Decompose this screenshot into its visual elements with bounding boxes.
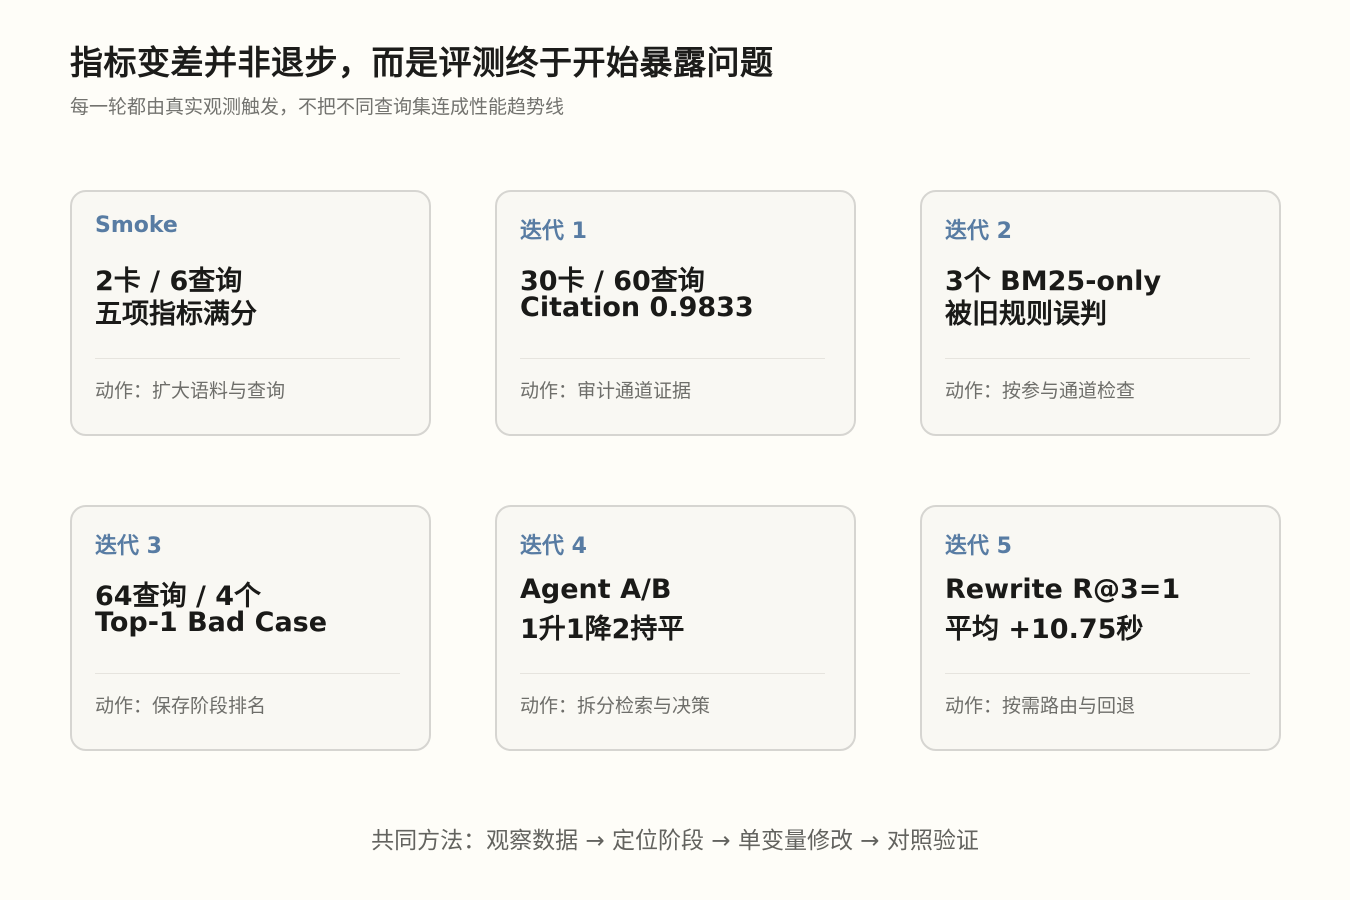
card-headline-second: 五项指标满分	[95, 299, 257, 330]
page-title: 指标变差并非退步，而是评测终于开始暴露问题	[70, 43, 774, 82]
card-iteration-4: 迭代 4 Agent A/B 1升1降2持平 动作：拆分检索与决策	[495, 505, 856, 751]
page: 指标变差并非退步，而是评测终于开始暴露问题 每一轮都由真实观测触发，不把不同查询…	[0, 0, 1350, 900]
card-headline-second: Citation 0.9833	[520, 292, 754, 323]
card-iteration-2: 迭代 2 3个 BM25-only 被旧规则误判 动作：按参与通道检查	[920, 190, 1281, 436]
card-headline-second: 1升1降2持平	[520, 614, 685, 645]
card-divider	[520, 358, 825, 359]
card-tag: 迭代 5	[945, 534, 1012, 559]
card-tag: 迭代 2	[945, 219, 1012, 244]
card-divider	[520, 673, 825, 674]
card-action: 动作：按需路由与回退	[945, 695, 1136, 717]
card-tag: 迭代 1	[520, 219, 587, 244]
card-headline-second: Top-1 Bad Case	[95, 607, 328, 638]
card-divider	[95, 358, 400, 359]
card-smoke: Smoke 2卡 / 6查询 五项指标满分 动作：扩大语料与查询	[70, 190, 431, 436]
card-headline: Agent A/B	[520, 574, 672, 605]
card-action: 动作：按参与通道检查	[945, 380, 1136, 402]
card-tag: Smoke	[95, 213, 178, 238]
card-headline: Rewrite R@3=1	[945, 574, 1181, 605]
card-tag: 迭代 3	[95, 534, 162, 559]
card-action: 动作：审计通道证据	[520, 380, 692, 402]
card-action: 动作：保存阶段排名	[95, 695, 267, 717]
card-headline-second: 平均 +10.75秒	[945, 614, 1144, 645]
card-tag: 迭代 4	[520, 534, 587, 559]
card-iteration-5: 迭代 5 Rewrite R@3=1 平均 +10.75秒 动作：按需路由与回退	[920, 505, 1281, 751]
footer-method: 共同方法：观察数据 → 定位阶段 → 单变量修改 → 对照验证	[371, 828, 979, 854]
card-divider	[945, 673, 1250, 674]
card-headline-second: 被旧规则误判	[945, 299, 1107, 330]
card-action: 动作：拆分检索与决策	[520, 695, 711, 717]
card-divider	[945, 358, 1250, 359]
page-subtitle: 每一轮都由真实观测触发，不把不同查询集连成性能趋势线	[70, 96, 565, 118]
card-action: 动作：扩大语料与查询	[95, 380, 286, 402]
card-divider	[95, 673, 400, 674]
card-iteration-3: 迭代 3 64查询 / 4个 Top-1 Bad Case 动作：保存阶段排名	[70, 505, 431, 751]
card-iteration-1: 迭代 1 30卡 / 60查询 Citation 0.9833 动作：审计通道证…	[495, 190, 856, 436]
